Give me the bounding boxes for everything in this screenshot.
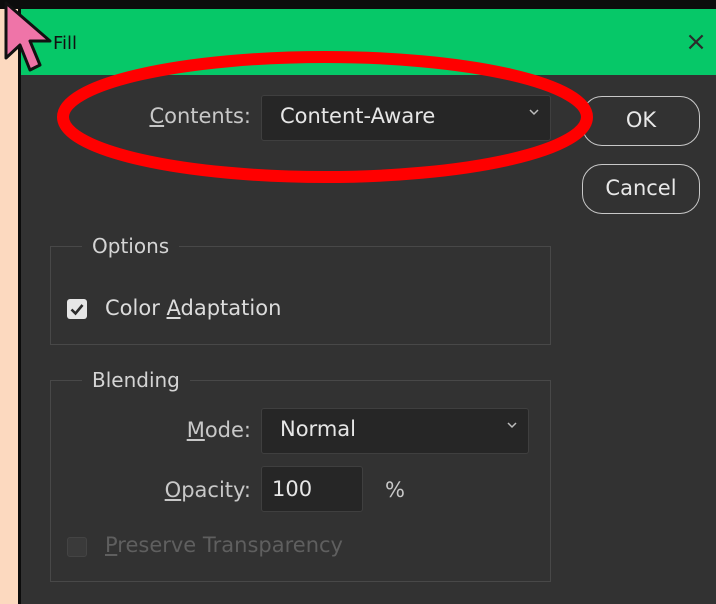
chevron-down-icon [507,422,517,429]
cancel-label: Cancel [605,176,677,200]
contents-label: Contents: [149,104,251,128]
blending-title: Blending [82,368,190,392]
opacity-value: 100 [272,477,313,501]
options-title: Options [82,234,180,258]
mode-select[interactable]: Normal [261,408,529,454]
close-icon: × [685,27,707,57]
opacity-unit: % [385,478,405,502]
mode-value: Normal [280,417,356,441]
preserve-transparency-checkbox[interactable] [67,537,87,557]
title-bar[interactable]: Fill × [21,9,716,75]
cancel-button[interactable]: Cancel [582,164,700,214]
dialog-title: Fill [53,33,78,54]
ok-button[interactable]: OK [582,96,700,146]
close-button[interactable]: × [681,27,711,57]
top-edge-bar [0,0,716,9]
opacity-label: Opacity: [164,478,251,502]
chevron-down-icon [529,109,539,116]
checkmark-icon [70,304,84,316]
mode-label: Mode: [186,418,251,442]
ok-label: OK [625,108,657,132]
fill-dialog: Fill × Contents: Content-Aware OK Cancel… [18,9,716,604]
contents-select[interactable]: Content-Aware [261,95,551,141]
color-adaptation-checkbox[interactable] [67,299,87,319]
color-adaptation-label[interactable]: Color Adaptation [105,296,281,320]
contents-value: Content-Aware [280,104,436,128]
preserve-transparency-label[interactable]: Preserve Transparency [105,533,343,557]
opacity-input[interactable]: 100 [261,466,363,512]
